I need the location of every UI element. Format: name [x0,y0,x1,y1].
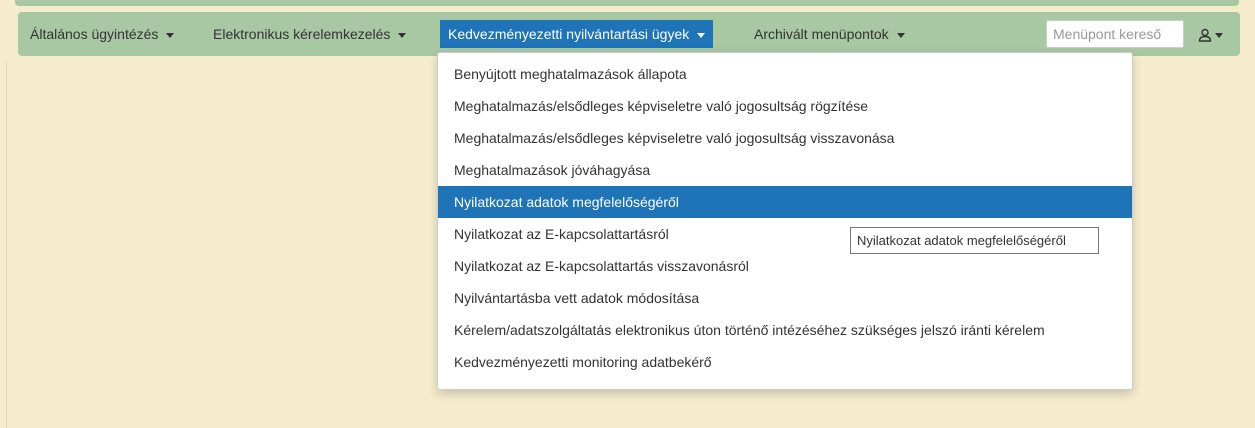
caret-down-icon [896,32,905,38]
dropdown-item[interactable]: Kedvezményezetti monitoring adatbekérő [438,346,1132,378]
user-menu-button[interactable] [1198,24,1223,44]
caret-down-icon [1215,32,1223,38]
dropdown-item[interactable]: Meghatalmazás/elsődleges képviseletre va… [438,90,1132,122]
menu-altalanos-ugyintezes[interactable]: Általános ügyintézés [30,22,175,46]
dropdown-menu: Benyújtott meghatalmazások állapota Megh… [437,52,1133,390]
user-icon [1198,29,1212,42]
menu-label: Elektronikus kérelemkezelés [213,26,391,42]
menu-label: Általános ügyintézés [30,26,159,42]
dropdown-item[interactable]: Nyilatkozat az E-kapcsolattartás visszav… [438,250,1132,282]
caret-down-icon [398,32,407,38]
caret-down-icon [697,32,706,38]
menu-archivalt-menupontok[interactable]: Archivált menüpontok [754,22,905,46]
tooltip: Nyilatkozat adatok megfelelőségéről [850,227,1099,254]
main-navbar: Általános ügyintézés Elektronikus kérele… [18,12,1240,56]
page-border [6,60,7,428]
menu-elektronikus-kerelemkezeles[interactable]: Elektronikus kérelemkezelés [213,22,407,46]
dropdown-item[interactable]: Benyújtott meghatalmazások állapota [438,58,1132,90]
dropdown-item[interactable]: Meghatalmazás/elsődleges képviseletre va… [438,122,1132,154]
dropdown-item[interactable]: Nyilvántartásba vett adatok módosítása [438,282,1132,314]
menu-search-input[interactable] [1046,20,1184,48]
caret-down-icon [166,32,175,38]
top-strip [15,0,1239,6]
dropdown-item[interactable]: Kérelem/adatszolgáltatás elektronikus út… [438,314,1132,346]
menu-label: Archivált menüpontok [754,26,889,42]
menu-label: Kedvezményezetti nyilvántartási ügyek [448,26,690,42]
dropdown-item-highlighted[interactable]: Nyilatkozat adatok megfelelőségéről [438,186,1132,218]
menu-kedvezmenyezetti-nyilvantartasi-ugyek[interactable]: Kedvezményezetti nyilvántartási ügyek [440,20,714,48]
dropdown-item[interactable]: Meghatalmazások jóváhagyása [438,154,1132,186]
